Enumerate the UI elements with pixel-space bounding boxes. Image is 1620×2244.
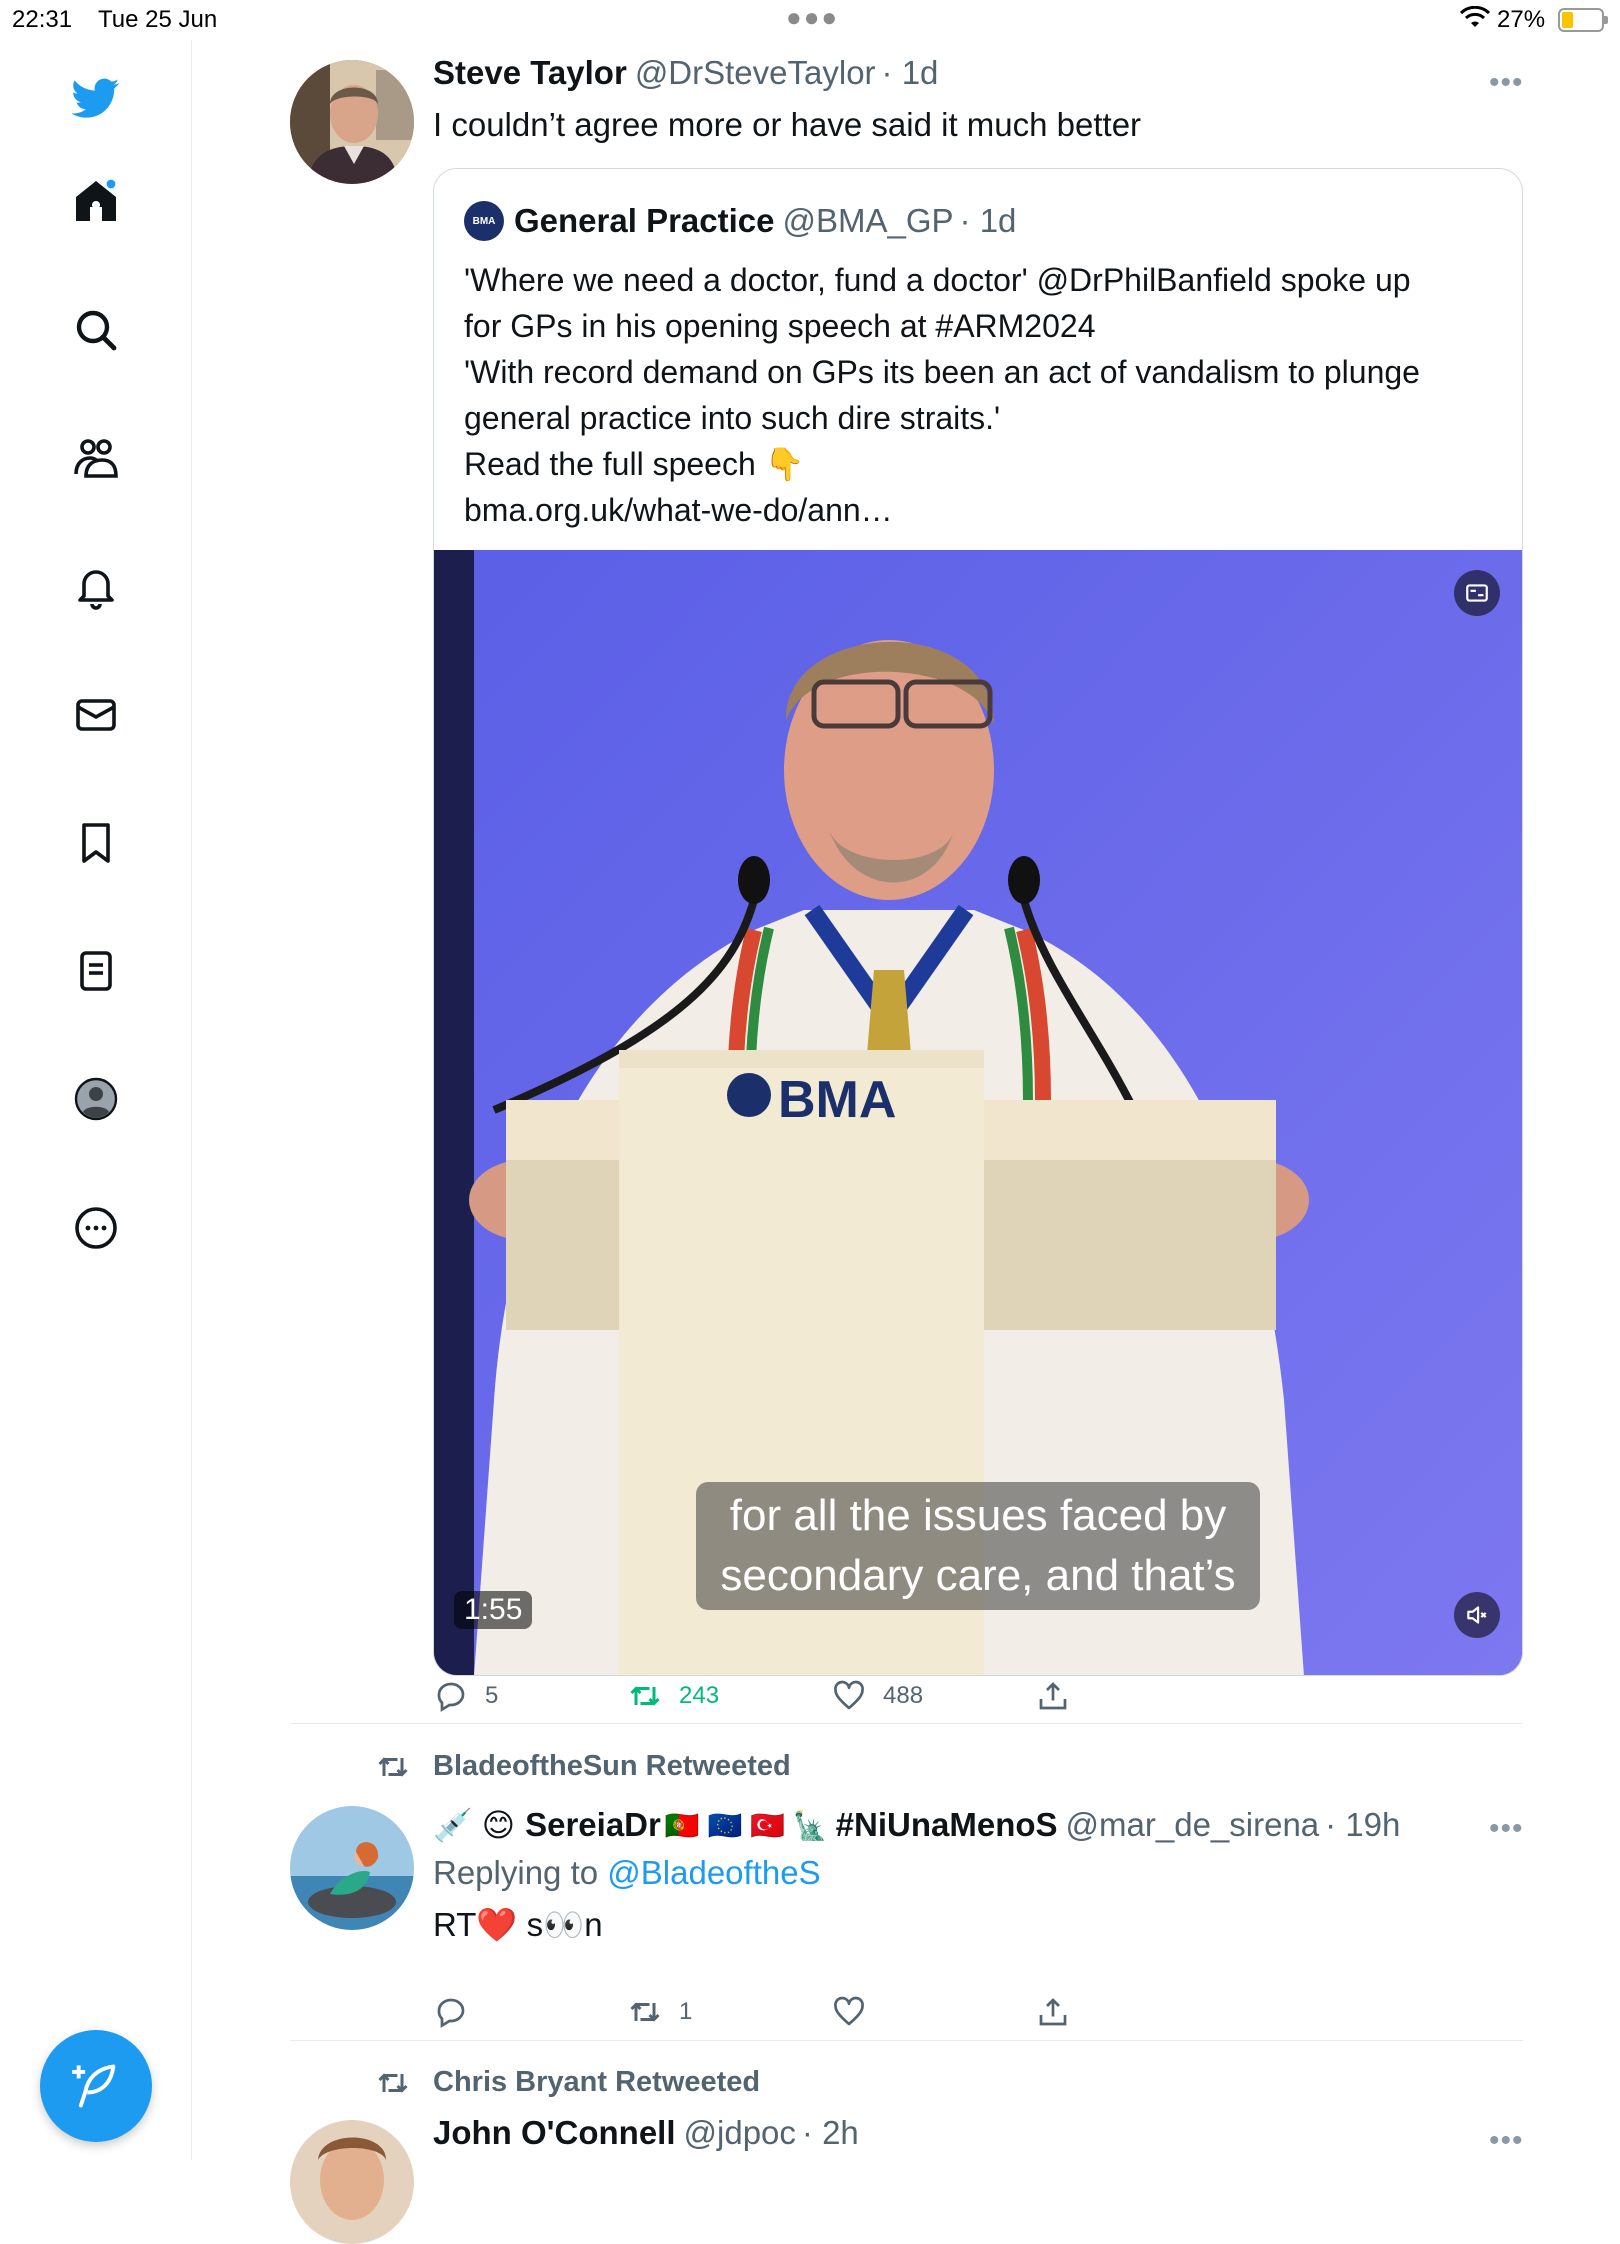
- quoted-text-line: 'With record demand on GPs its been an a…: [464, 354, 1420, 390]
- avatar[interactable]: [290, 2120, 414, 2244]
- retweeted-by-text[interactable]: BladeoftheSun Retweeted: [433, 1750, 791, 1783]
- author-name-hashtag[interactable]: #NiUnaMenoS: [836, 1806, 1058, 1844]
- tweet-timestamp[interactable]: · 1d: [882, 54, 939, 92]
- quoted-text-line: general practice into such dire straits.…: [464, 400, 1001, 436]
- retweet-icon: [630, 2002, 660, 2022]
- feather-plus-icon: [72, 2064, 116, 2108]
- tweet-text: RT❤️ s👀n: [433, 1906, 603, 1943]
- quoted-link[interactable]: bma.org.uk/what-we-do/ann…: [464, 487, 1504, 533]
- notifications-bell-icon[interactable]: [66, 556, 126, 616]
- mute-toggle-icon[interactable]: [1454, 1592, 1500, 1638]
- retweet-button[interactable]: 243: [627, 1678, 719, 1714]
- share-icon: [1039, 1998, 1067, 2026]
- heart-icon: [834, 1996, 864, 2026]
- reply-button[interactable]: 5: [433, 1678, 498, 1714]
- tweet-more-icon[interactable]: •••: [1489, 2124, 1524, 2158]
- sidebar-nav: [0, 40, 192, 2160]
- status-bar: 22:31 Tue 25 Jun ●●● 27%: [0, 0, 1620, 40]
- quoted-text-line: Read the full speech 👇: [464, 446, 805, 482]
- quoted-author-name: General Practice: [514, 202, 775, 239]
- lists-icon[interactable]: [66, 941, 126, 1001]
- author-handle[interactable]: @jdpoc: [684, 2114, 796, 2152]
- more-options-icon[interactable]: [66, 1198, 126, 1258]
- retweet-icon: [630, 1686, 660, 1706]
- share-button[interactable]: [1035, 1994, 1071, 2030]
- video-caption: for all the issues faced by secondary ca…: [696, 1482, 1260, 1610]
- retweet-count: 1: [679, 1998, 693, 2025]
- reply-icon: [437, 1682, 465, 1712]
- retweeted-by-label: Chris Bryant Retweeted: [378, 2066, 760, 2099]
- author-handle[interactable]: @DrSteveTaylor: [635, 54, 876, 92]
- replying-to: Replying to @BladeoftheS: [433, 1850, 821, 1896]
- video-duration: 1:55: [454, 1591, 533, 1629]
- quoted-text-line: 'Where we need a doctor, fund a doctor' …: [464, 262, 1411, 298]
- author-name[interactable]: John O'Connell: [433, 2114, 676, 2152]
- tweet-text: I couldn’t agree more or have said it mu…: [433, 106, 1142, 143]
- like-button[interactable]: [831, 1994, 883, 2030]
- heart-icon: [834, 1680, 864, 1710]
- timeline: Steve Taylor @DrSteveTaylor · 1d ••• I c…: [193, 40, 1620, 2244]
- retweet-icon: [378, 2072, 408, 2093]
- profile-avatar-icon[interactable]: [66, 1069, 126, 1129]
- quoted-text-line: for GPs in his opening speech at #ARM202…: [464, 308, 1096, 344]
- share-icon: [1039, 1682, 1067, 1710]
- status-time: 22:31: [12, 6, 73, 33]
- captions-toggle-icon[interactable]: [1454, 570, 1500, 616]
- name-emoji-prefix: 💉 😊: [433, 1807, 516, 1843]
- quoted-text: 'Where we need a doctor, fund a doctor' …: [464, 257, 1504, 533]
- name-flags: 🇵🇹 🇪🇺 🇹🇷 🗽: [664, 1809, 828, 1841]
- status-date: Tue 25 Jun: [98, 6, 218, 33]
- bookmarks-icon[interactable]: [66, 813, 126, 873]
- home-icon[interactable]: [66, 171, 126, 231]
- retweet-count: 243: [679, 1682, 720, 1709]
- tweet-divider: [290, 1723, 1523, 1724]
- quoted-timestamp: · 1d: [959, 202, 1017, 239]
- retweeted-by-label: BladeoftheSun Retweeted: [378, 1750, 791, 1783]
- avatar[interactable]: [290, 1806, 414, 1930]
- tweet-more-icon[interactable]: •••: [1489, 1812, 1524, 1846]
- video-player[interactable]: BMA for all the issues faced by secondar…: [434, 550, 1522, 1675]
- author-name[interactable]: Steve Taylor: [433, 54, 627, 92]
- like-count: 488: [883, 1682, 924, 1709]
- tweet-more-icon[interactable]: •••: [1489, 66, 1524, 100]
- multitasking-dots-icon[interactable]: ●●●: [786, 2, 839, 33]
- communities-icon[interactable]: [66, 428, 126, 488]
- reply-count: 5: [485, 1682, 499, 1709]
- avatar[interactable]: [290, 60, 414, 184]
- battery-percent: 27%: [1497, 6, 1546, 33]
- tweet-timestamp[interactable]: · 2h: [802, 2114, 859, 2152]
- compose-tweet-button[interactable]: [40, 2030, 152, 2142]
- like-button[interactable]: 488: [831, 1678, 923, 1714]
- caption-line: secondary care, and that’s: [720, 1551, 1236, 1600]
- share-button[interactable]: [1035, 1678, 1071, 1714]
- tweet-divider: [290, 2040, 1523, 2041]
- quoted-avatar[interactable]: BMA: [464, 201, 504, 241]
- author-name[interactable]: SereiaDr: [525, 1806, 661, 1844]
- twitter-logo-icon[interactable]: [66, 68, 126, 128]
- quoted-tweet[interactable]: BMA General Practice @BMA_GP · 1d 'Where…: [433, 168, 1523, 1676]
- replying-to-handle[interactable]: @BladeoftheS: [607, 1854, 820, 1891]
- search-icon[interactable]: [66, 300, 126, 360]
- retweet-icon: [378, 1756, 408, 1777]
- caption-line: for all the issues faced by: [729, 1491, 1227, 1540]
- quoted-author-handle: @BMA_GP: [782, 202, 954, 239]
- tweet-timestamp[interactable]: · 19h: [1325, 1806, 1400, 1844]
- battery-icon: [1558, 8, 1608, 32]
- retweeted-by-text[interactable]: Chris Bryant Retweeted: [433, 2066, 760, 2099]
- wifi-icon: [1459, 5, 1491, 37]
- author-handle[interactable]: @mar_de_sirena: [1066, 1806, 1320, 1844]
- messages-envelope-icon[interactable]: [66, 685, 126, 745]
- podium-logo: BMA: [778, 1071, 897, 1129]
- reply-icon: [437, 1998, 465, 2028]
- retweet-button[interactable]: 1: [627, 1994, 692, 2030]
- replying-to-label: Replying to: [433, 1854, 608, 1891]
- reply-button[interactable]: [433, 1994, 485, 2030]
